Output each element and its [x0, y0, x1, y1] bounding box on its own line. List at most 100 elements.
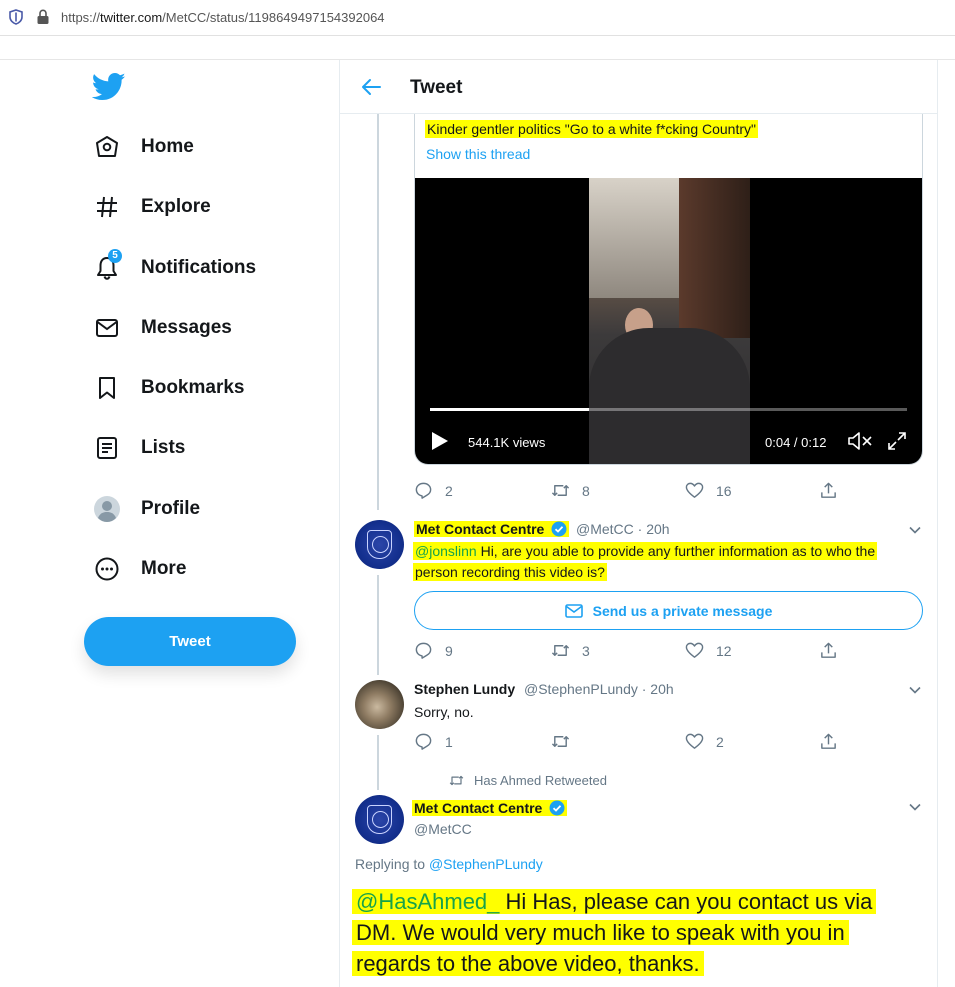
column-divider — [339, 60, 340, 987]
list-icon — [92, 433, 122, 463]
heart-icon — [685, 642, 704, 658]
tweet-author-name[interactable]: Met Contact Centre — [412, 800, 568, 816]
retweet-button[interactable] — [551, 732, 582, 751]
play-icon[interactable] — [431, 431, 449, 451]
quoted-tweet-card[interactable]: Kinder gentler politics "Go to a white f… — [414, 114, 923, 465]
retweeted-by-text: Has Ahmed Retweeted — [474, 773, 607, 788]
sidebar-item-label: Explore — [141, 196, 211, 217]
replying-label-text: Replying to — [355, 856, 429, 872]
url-text[interactable]: https://twitter.com/MetCC/status/1198649… — [61, 10, 385, 25]
tweet-timestamp[interactable]: · 20h — [642, 681, 674, 697]
sidebar-item-explore[interactable]: Explore — [92, 187, 211, 227]
envelope-icon — [92, 313, 122, 343]
tweet-author-handle[interactable]: @MetCC — [414, 821, 472, 837]
retweet-count: 3 — [582, 642, 590, 659]
sidebar-item-more[interactable]: More — [92, 549, 186, 589]
sidebar-item-bookmarks[interactable]: Bookmarks — [92, 368, 245, 408]
tweet-actions: 2 8 16 — [414, 481, 844, 501]
video-player[interactable]: 544.1K views 0:04 / 0:12 — [415, 178, 922, 464]
sidebar-item-messages[interactable]: Messages — [92, 308, 232, 348]
browser-address-bar[interactable]: https://twitter.com/MetCC/status/1198649… — [0, 0, 955, 36]
retweet-icon — [551, 736, 570, 747]
like-count: 12 — [716, 642, 732, 659]
like-button[interactable]: 12 — [685, 641, 732, 660]
share-icon — [821, 733, 836, 749]
avatar[interactable] — [355, 795, 404, 844]
chevron-down-icon[interactable] — [908, 802, 922, 812]
tweet-text-line: Hi Has, please can you contact us via — [499, 889, 873, 914]
video-progress-fill — [430, 408, 589, 411]
sidebar-item-label: Messages — [141, 317, 232, 338]
mention-link[interactable]: @StephenPLundy — [429, 856, 543, 872]
reply-icon — [415, 733, 432, 750]
retweet-count: 8 — [582, 482, 590, 499]
sidebar-item-notifications[interactable]: 5 Notifications — [92, 248, 256, 288]
url-prefix: https:// — [61, 10, 101, 25]
reply-count: 1 — [445, 733, 453, 750]
avatar[interactable] — [355, 680, 404, 729]
compose-tweet-button[interactable]: Tweet — [84, 617, 296, 666]
retweet-icon — [551, 645, 570, 656]
avatar[interactable] — [355, 520, 404, 569]
main-tweet-text: @HasAhmed_ Hi Has, please can you contac… — [352, 886, 892, 979]
author-name-text: Met Contact Centre — [416, 521, 545, 537]
retweeted-by-label[interactable]: Has Ahmed Retweeted — [449, 773, 607, 788]
share-button[interactable] — [819, 481, 838, 500]
twitter-bird-icon[interactable] — [92, 72, 126, 102]
url-path: /MetCC/status/1198649497154392064 — [162, 10, 385, 25]
show-thread-link[interactable]: Show this thread — [426, 146, 530, 162]
tweet-actions: 1 2 — [414, 732, 844, 752]
like-button[interactable]: 2 — [685, 732, 724, 751]
quoted-tweet-text: Kinder gentler politics "Go to a white f… — [425, 120, 758, 138]
video-frame — [589, 178, 750, 464]
heart-icon — [685, 733, 704, 749]
thread-connector — [377, 735, 379, 790]
chevron-down-icon[interactable] — [908, 525, 922, 535]
heart-icon — [685, 482, 704, 498]
retweet-button[interactable]: 3 — [551, 641, 590, 660]
chevron-down-icon[interactable] — [908, 685, 922, 695]
muted-speaker-icon[interactable] — [847, 430, 873, 452]
handle-text: @StephenPLundy — [524, 681, 638, 697]
column-divider — [937, 60, 938, 987]
back-arrow-icon[interactable] — [360, 76, 382, 98]
lock-icon[interactable] — [36, 9, 50, 25]
reply-count: 2 — [445, 482, 453, 499]
author-name-text: Met Contact Centre — [414, 800, 543, 816]
hashtag-icon — [92, 192, 122, 222]
notification-count-badge: 5 — [108, 249, 122, 263]
reply-button[interactable]: 9 — [414, 641, 453, 660]
shield-icon[interactable] — [9, 9, 23, 25]
tweet-author-handle[interactable]: @StephenPLundy · 20h — [524, 681, 674, 697]
mention-link[interactable]: @jonslinn — [415, 543, 477, 559]
verified-badge-icon — [549, 800, 565, 816]
sidebar-item-label: Home — [141, 136, 194, 157]
tweet-author-handle[interactable]: @MetCC · 20h — [576, 521, 670, 537]
sidebar-item-profile[interactable]: Profile — [92, 489, 200, 529]
sidebar-item-lists[interactable]: Lists — [92, 428, 185, 468]
mention-link[interactable]: @HasAhmed_ — [356, 889, 499, 914]
tweet-timestamp[interactable]: · 20h — [638, 521, 670, 537]
page-header: Tweet — [340, 60, 937, 114]
more-icon — [92, 554, 122, 584]
reply-button[interactable]: 1 — [414, 732, 453, 751]
tweet-author-name[interactable]: Stephen Lundy — [414, 681, 515, 697]
tweet-text: Sorry, no. — [414, 704, 474, 720]
tweet-text-line: person recording this video is? — [413, 563, 607, 581]
reply-button[interactable]: 2 — [414, 481, 453, 500]
share-button[interactable] — [819, 732, 838, 751]
bell-icon: 5 — [92, 249, 122, 283]
share-icon — [821, 482, 836, 498]
video-progress-bar[interactable] — [430, 408, 907, 411]
share-button[interactable] — [819, 641, 838, 660]
sidebar-item-label: Profile — [141, 498, 201, 519]
video-view-count: 544.1K views — [468, 435, 546, 450]
fullscreen-icon[interactable] — [887, 431, 907, 451]
send-private-message-button[interactable]: Send us a private message — [414, 591, 923, 630]
like-button[interactable]: 16 — [685, 481, 732, 500]
browser-toolbar-strip — [0, 36, 955, 60]
sidebar-item-home[interactable]: Home — [92, 127, 194, 167]
tweet-author-name[interactable]: Met Contact Centre — [414, 521, 570, 537]
profile-icon — [92, 494, 122, 524]
retweet-button[interactable]: 8 — [551, 481, 590, 500]
